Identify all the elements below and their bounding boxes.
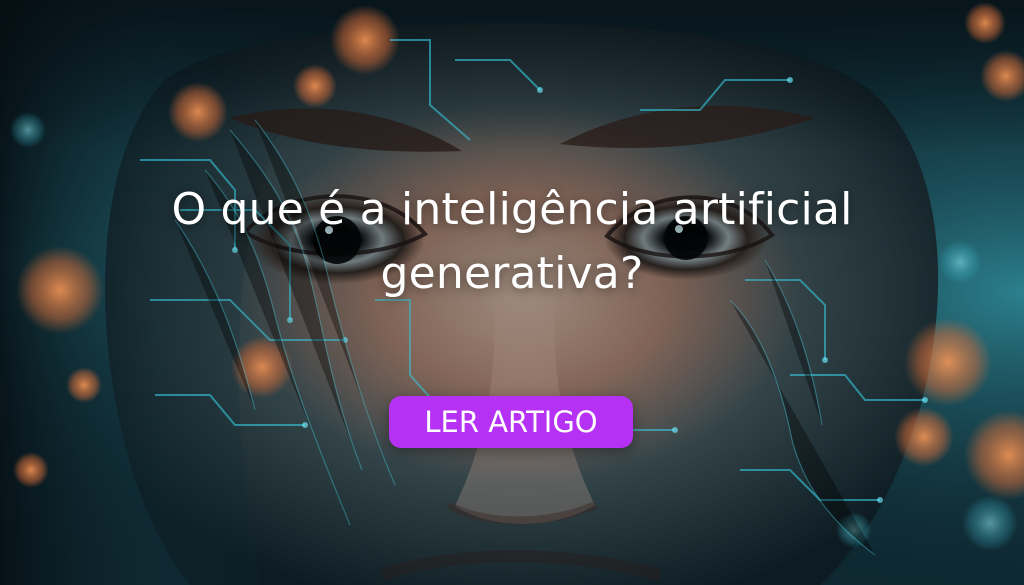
headline-line-2: generativa? [380,248,644,299]
read-article-button[interactable]: LER ARTIGO [389,396,633,448]
hero-banner: O que é a inteligência artificial genera… [0,0,1024,585]
headline-line-1: O que é a inteligência artificial [171,184,853,235]
article-headline: O que é a inteligência artificial genera… [0,178,1024,306]
